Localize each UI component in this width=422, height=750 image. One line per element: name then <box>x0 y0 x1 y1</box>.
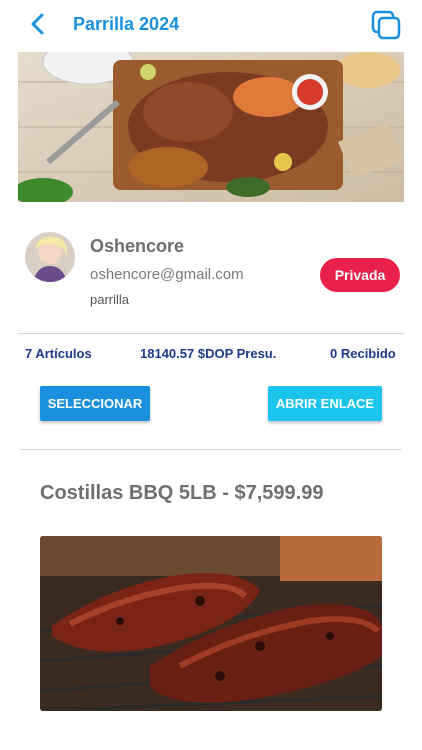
items-count: 7 Artículos <box>25 346 92 361</box>
app-header: Parrilla 2024 <box>0 0 422 52</box>
stats-bar: 7 Artículos 18140.57 $DOP Presu. 0 Recib… <box>0 346 422 364</box>
divider <box>20 449 402 450</box>
select-button[interactable]: SELECCIONAR <box>40 386 150 421</box>
chevron-left-icon[interactable] <box>24 10 52 38</box>
hero-image <box>18 52 404 202</box>
copy-icon[interactable] <box>370 9 402 41</box>
avatar[interactable] <box>25 232 75 282</box>
profile-tag: parrilla <box>90 292 130 307</box>
privacy-badge[interactable]: Privada <box>320 258 400 292</box>
profile-email: oshencore@gmail.com <box>90 266 244 283</box>
divider <box>18 333 404 334</box>
open-link-button[interactable]: ABRIR ENLACE <box>268 386 382 421</box>
page-title: Parrilla 2024 <box>73 14 180 34</box>
profile-name: Oshencore <box>90 236 185 256</box>
product-image[interactable] <box>40 536 382 711</box>
received-count: 0 Recibido <box>330 346 396 361</box>
budget-value: 18140.57 $DOP Presu. <box>140 346 277 361</box>
product-title[interactable]: Costillas BBQ 5LB - $7,599.99 <box>40 482 323 505</box>
profile-section: Oshencore oshencore@gmail.com parrilla P… <box>0 220 422 330</box>
